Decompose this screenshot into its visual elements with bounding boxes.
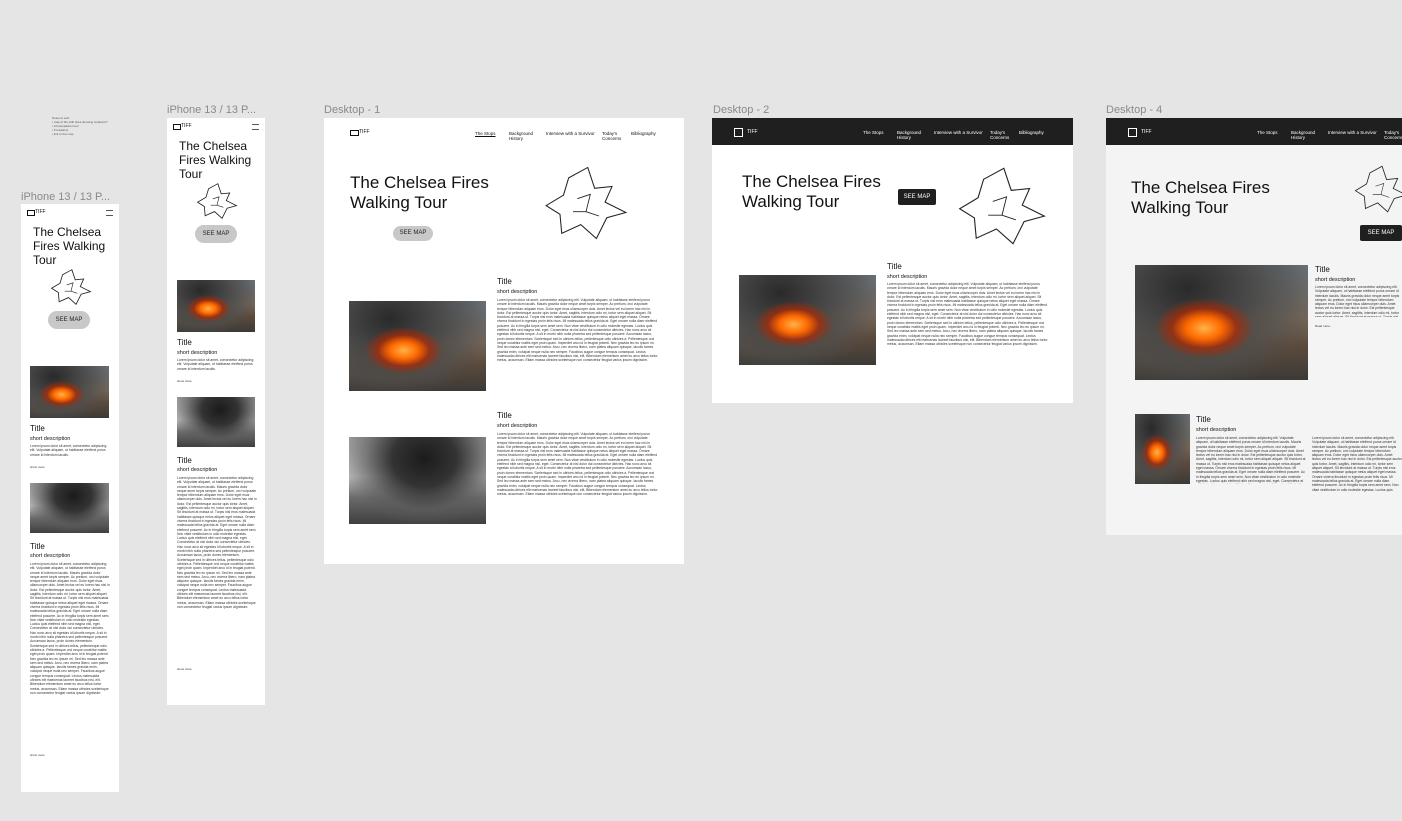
card-short-description: short description bbox=[887, 274, 928, 280]
card-body: Lorem ipsum dolor sit amet, consectetur … bbox=[497, 432, 658, 497]
nav-link-todays-concerns[interactable]: Today's Concerns bbox=[602, 131, 626, 141]
brand-text: TIFF bbox=[747, 129, 758, 135]
nav-link-the-stops[interactable]: The Stops bbox=[475, 131, 496, 136]
menu-icon[interactable] bbox=[106, 210, 113, 216]
logo-icon bbox=[734, 128, 743, 137]
card-body: Lorem ipsum dolor sit amet, consectetur … bbox=[177, 476, 257, 609]
card-short-description: short description bbox=[30, 553, 71, 559]
bridge-photo bbox=[30, 483, 109, 533]
brand-text: TIFF bbox=[1141, 129, 1152, 135]
page-title: The Chelsea Fires Walking Tour bbox=[1131, 178, 1270, 217]
nav-link-todays-concerns[interactable]: Today's Concerns bbox=[990, 130, 1014, 140]
frame-iphone-a[interactable]: TIFF The Chelsea Fires Walking Tour SEE … bbox=[21, 204, 119, 792]
map-outline-icon[interactable] bbox=[956, 164, 1048, 248]
fire-photo bbox=[1135, 414, 1190, 484]
logo-icon bbox=[350, 130, 359, 136]
nav-link-the-stops[interactable]: The Stops bbox=[863, 130, 884, 135]
nav-link-bibliography[interactable]: Bibliography bbox=[1019, 130, 1044, 135]
brand-text: TIFF bbox=[181, 123, 192, 129]
card-short-description: short description bbox=[497, 423, 538, 429]
card-body: Lorem ipsum dolor sit amet, consectetur … bbox=[497, 298, 658, 363]
notes-block[interactable]: Notes to self: • map of fire with lines … bbox=[52, 116, 132, 136]
see-map-button[interactable]: SEE MAP bbox=[48, 311, 90, 329]
frame-label-iphone-a[interactable]: iPhone 13 / 13 P... bbox=[21, 191, 110, 203]
nav-bar: TIFF The Stops Background History Interv… bbox=[712, 118, 1073, 145]
card-short-description: short description bbox=[1196, 427, 1237, 433]
nav-link-background-history[interactable]: Background History bbox=[509, 131, 537, 141]
nav-link-interview[interactable]: Interview with a Survivor bbox=[546, 131, 595, 136]
frame-label-desktop-2[interactable]: Desktop - 2 bbox=[713, 104, 769, 116]
fire-photo bbox=[30, 366, 109, 418]
note-line: • link to the map bbox=[52, 132, 74, 136]
card-body: Lorem ipsum dolor sit amet, consectetur … bbox=[1312, 436, 1402, 492]
card-title: Title bbox=[177, 338, 192, 347]
card-short-description: short description bbox=[1315, 277, 1356, 283]
card-body: Lorem ipsum dolor sit amet, consectetur … bbox=[177, 358, 254, 371]
card-title: Title bbox=[497, 277, 512, 286]
card-short-description: short description bbox=[177, 467, 218, 473]
bridge-photo bbox=[349, 437, 486, 524]
card-title: Title bbox=[1196, 415, 1211, 424]
fire-photo bbox=[739, 275, 876, 365]
nav-link-interview[interactable]: Interview with a Survivor bbox=[1328, 130, 1377, 135]
read-more-link[interactable]: Read more... bbox=[1315, 324, 1332, 328]
nav-bar: TIFF The Stops Background History Interv… bbox=[324, 118, 684, 141]
show-more-link[interactable]: show more bbox=[30, 465, 45, 469]
frame-desktop-1[interactable]: TIFF The Stops Background History Interv… bbox=[324, 118, 684, 564]
frame-label-desktop-1[interactable]: Desktop - 1 bbox=[324, 104, 380, 116]
brand-text: TIFF bbox=[35, 209, 46, 215]
frame-label-iphone-b[interactable]: iPhone 13 / 13 P... bbox=[167, 104, 256, 116]
card-body: Lorem ipsum dolor sit amet, consectetur … bbox=[30, 562, 110, 695]
card-short-description: short description bbox=[497, 289, 538, 295]
frame-iphone-b[interactable]: TIFF The Chelsea Fires Walking Tour SEE … bbox=[167, 118, 265, 705]
nav-link-bibliography[interactable]: Bibliography bbox=[631, 131, 656, 136]
fire-photo bbox=[349, 301, 486, 391]
card-title: Title bbox=[887, 262, 902, 271]
frame-desktop-2[interactable]: TIFF The Stops Background History Interv… bbox=[712, 118, 1073, 403]
map-outline-icon[interactable] bbox=[195, 182, 239, 220]
menu-icon[interactable] bbox=[252, 124, 259, 130]
card-body: Lorem ipsum dolor sit amet, consectetur … bbox=[1196, 436, 1306, 484]
fire-photo bbox=[177, 280, 255, 332]
show-more-link[interactable]: show more bbox=[30, 753, 45, 757]
nav-link-the-stops[interactable]: The Stops bbox=[1257, 130, 1278, 135]
nav-link-interview[interactable]: Interview with a Survivor bbox=[934, 130, 983, 135]
map-outline-icon[interactable] bbox=[49, 268, 93, 306]
page-title: The Chelsea Fires Walking Tour bbox=[179, 139, 252, 181]
see-map-button[interactable]: SEE MAP bbox=[1360, 225, 1402, 241]
card-body: Lorem ipsum dolor sit amet, consectetur … bbox=[887, 282, 1048, 347]
map-outline-icon[interactable] bbox=[1351, 164, 1402, 214]
card-title: Title bbox=[1315, 265, 1330, 274]
card-short-description: short description bbox=[177, 350, 218, 356]
page-title: The Chelsea Fires Walking Tour bbox=[33, 225, 106, 267]
map-outline-icon[interactable] bbox=[540, 164, 632, 242]
brand-text: TIFF bbox=[359, 129, 370, 135]
see-map-button[interactable]: SEE MAP bbox=[898, 189, 936, 205]
frame-desktop-4[interactable]: TIFF The Stops Background History Interv… bbox=[1106, 118, 1402, 535]
show-more-link[interactable]: show more bbox=[177, 667, 192, 671]
page-title: The Chelsea Fires Walking Tour bbox=[350, 173, 489, 212]
card-title: Title bbox=[177, 456, 192, 465]
card-title: Title bbox=[497, 411, 512, 420]
logo-icon bbox=[27, 210, 35, 216]
nav-link-background-history[interactable]: Background History bbox=[1291, 130, 1319, 140]
card-short-description: short description bbox=[30, 436, 71, 442]
bridge-photo bbox=[177, 397, 255, 447]
frame-label-desktop-4[interactable]: Desktop - 4 bbox=[1106, 104, 1162, 116]
see-map-button[interactable]: SEE MAP bbox=[195, 225, 237, 243]
nav-bar: TIFF The Stops Background History Interv… bbox=[1106, 118, 1402, 145]
page-title: The Chelsea Fires Walking Tour bbox=[742, 172, 881, 211]
see-map-button[interactable]: SEE MAP bbox=[393, 226, 433, 241]
nav-link-todays-concerns[interactable]: Today's Concerns bbox=[1384, 130, 1402, 140]
card-title: Title bbox=[30, 424, 45, 433]
logo-icon bbox=[173, 124, 181, 130]
nav-link-background-history[interactable]: Background History bbox=[897, 130, 925, 140]
show-more-link[interactable]: show more bbox=[177, 379, 192, 383]
fire-photo bbox=[1135, 265, 1308, 380]
card-body: Lorem ipsum dolor sit amet, consectetur … bbox=[30, 444, 107, 457]
card-title: Title bbox=[30, 542, 45, 551]
card-body: Lorem ipsum dolor sit amet, consectetur … bbox=[1315, 285, 1400, 317]
logo-icon bbox=[1128, 128, 1137, 137]
